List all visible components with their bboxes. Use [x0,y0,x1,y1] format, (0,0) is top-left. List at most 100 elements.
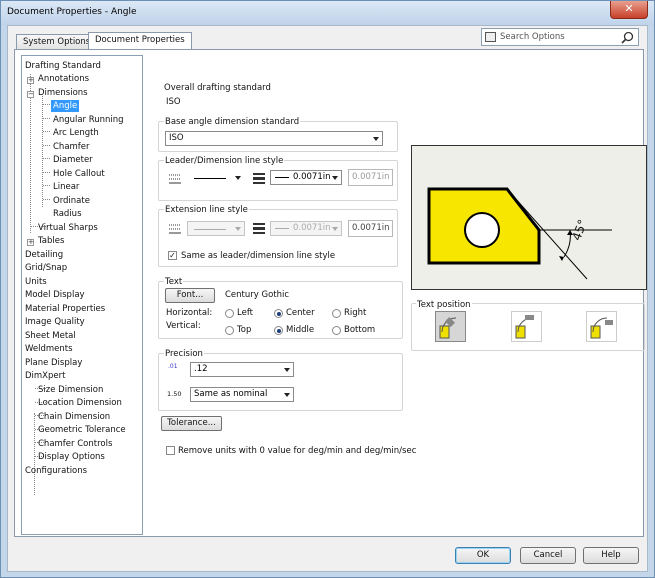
tree-item-linear[interactable]: Linear [53,181,79,193]
overall-standard-value: ISO [166,97,181,107]
options-panel: + − + Drafting Standard Annotations Dime… [14,49,647,537]
text-position-aligned-button[interactable] [435,311,466,342]
close-button[interactable]: ✕ [610,1,648,19]
tree-connector [43,158,50,159]
leader-line-thickness-select[interactable]: 0.0071in [270,170,342,185]
search-options-list-icon[interactable] [485,32,496,42]
leader-thickness-value: 0.0071in [293,172,331,182]
tree-item-dimxpert[interactable]: DimXpert [25,370,65,382]
extension-line-thickness-select[interactable]: 0.0071in [270,221,342,236]
tree-item-image-quality[interactable]: Image Quality [25,316,85,328]
text-position-aligned-icon [439,317,457,339]
vertical-label: Vertical: [166,321,201,331]
search-icon[interactable] [621,31,634,44]
expand-tables-icon[interactable]: + [27,239,34,246]
angle-preview: 45° [411,145,647,290]
tree-item-ordinate[interactable]: Ordinate [53,195,90,207]
tree-item-tables[interactable]: Tables [38,235,64,247]
leader-line-style-select[interactable] [187,170,245,185]
tree-item-chain-dimension[interactable]: Chain Dimension [38,411,110,423]
tree-item-chamfer-controls[interactable]: Chamfer Controls [38,438,112,450]
precision-label: Precision [164,349,204,359]
chevron-down-icon [332,176,338,180]
tree-item-units[interactable]: Units [25,276,47,288]
tree-item-radius[interactable]: Radius [53,208,82,220]
search-input[interactable]: Search Options [500,32,565,42]
collapse-dimensions-icon[interactable]: − [27,91,34,98]
line-style-icon [169,174,181,184]
search-box[interactable]: Search Options [481,28,639,46]
primary-precision-select[interactable]: .12 [190,362,294,377]
tree-item-dimensions[interactable]: Dimensions [38,87,88,99]
tree-item-grid-snap[interactable]: Grid/Snap [25,262,67,274]
solid-line-swatch [194,178,226,179]
leader-custom-thickness-field[interactable]: 0.0071in [348,169,393,186]
horizontal-left-radio[interactable] [225,309,234,318]
tree-item-weldments[interactable]: Weldments [25,343,73,355]
extension-line-style-select[interactable] [187,221,245,236]
horizontal-right-radio[interactable] [332,309,341,318]
tab-document-properties[interactable]: Document Properties [88,32,192,49]
tree-connector [34,413,35,495]
tree-item-material-properties[interactable]: Material Properties [25,303,105,315]
tree-item-angle[interactable]: Angle [51,100,80,112]
tree-item-size-dimension[interactable]: Size Dimension [38,384,103,396]
tree-item-annotations[interactable]: Annotations [38,73,89,85]
tree-connector [43,131,50,132]
horizontal-center-label: Center [286,308,315,318]
remove-units-checkbox[interactable] [166,446,175,455]
extension-custom-thickness-field[interactable]: 0.0071in [348,220,393,237]
dialog-client: System Options Document Properties Searc… [7,25,648,572]
tree-item-geometric-tolerance[interactable]: Geometric Tolerance [38,424,126,436]
horizontal-left-label: Left [237,308,253,318]
vertical-middle-radio[interactable] [274,326,283,335]
chevron-down-icon [373,137,379,141]
tree-item-sheet-metal[interactable]: Sheet Metal [25,330,76,342]
tree-item-arc-length[interactable]: Arc Length [53,127,99,139]
tree-connector [43,199,50,200]
thickness-swatch [275,177,289,178]
tree-item-drafting-standard[interactable]: Drafting Standard [25,60,101,72]
tree-connector [43,104,50,105]
tree-item-plane-display[interactable]: Plane Display [25,357,82,369]
tolerance-button[interactable]: Tolerance... [161,416,222,431]
tab-system-options[interactable]: System Options [16,34,98,49]
tree-item-configurations[interactable]: Configurations [25,465,87,477]
base-angle-select[interactable]: ISO [165,131,383,146]
options-tree[interactable]: + − + Drafting Standard Annotations Dime… [21,55,143,535]
text-position-horizontal-button[interactable] [586,311,617,342]
horizontal-label: Horizontal: [166,308,213,318]
tree-item-diameter[interactable]: Diameter [53,154,93,166]
dialog-window: Document Properties - Angle ✕ System Opt… [0,0,655,578]
base-angle-select-value: ISO [169,133,184,143]
angle-preview-drawing [427,187,612,280]
tree-item-hole-callout[interactable]: Hole Callout [53,168,105,180]
expand-annotations-icon[interactable]: + [27,77,34,84]
line-thickness-icon [253,173,265,184]
tree-item-chamfer[interactable]: Chamfer [53,141,90,153]
text-position-label: Text position [416,300,472,310]
ok-button[interactable]: OK [455,547,511,564]
tree-item-virtual-sharps[interactable]: Virtual Sharps [38,222,98,234]
thickness-swatch [275,228,289,229]
vertical-top-radio[interactable] [225,326,234,335]
help-button[interactable]: Help [583,547,639,564]
tolerance-precision-select[interactable]: Same as nominal [190,387,294,402]
tree-item-detailing[interactable]: Detailing [25,249,63,261]
text-position-horizontal-icon [590,317,613,339]
font-button[interactable]: Font... [165,288,215,303]
vertical-top-label: Top [237,325,252,335]
tree-item-location-dimension[interactable]: Location Dimension [38,397,122,409]
primary-precision-value: .12 [194,364,208,374]
title-bar[interactable]: Document Properties - Angle ✕ [1,1,654,25]
tree-item-angular-running[interactable]: Angular Running [53,114,124,126]
chevron-down-icon [284,368,290,372]
tree-item-model-display[interactable]: Model Display [25,289,85,301]
cancel-button[interactable]: Cancel [520,547,576,564]
tree-item-display-options[interactable]: Display Options [38,451,105,463]
horizontal-center-radio[interactable] [274,309,283,318]
solid-line-swatch [194,229,226,230]
text-position-horizontal-broken-button[interactable] [511,311,542,342]
same-as-leader-checkbox[interactable]: ✓ [168,251,177,260]
vertical-bottom-radio[interactable] [332,326,341,335]
